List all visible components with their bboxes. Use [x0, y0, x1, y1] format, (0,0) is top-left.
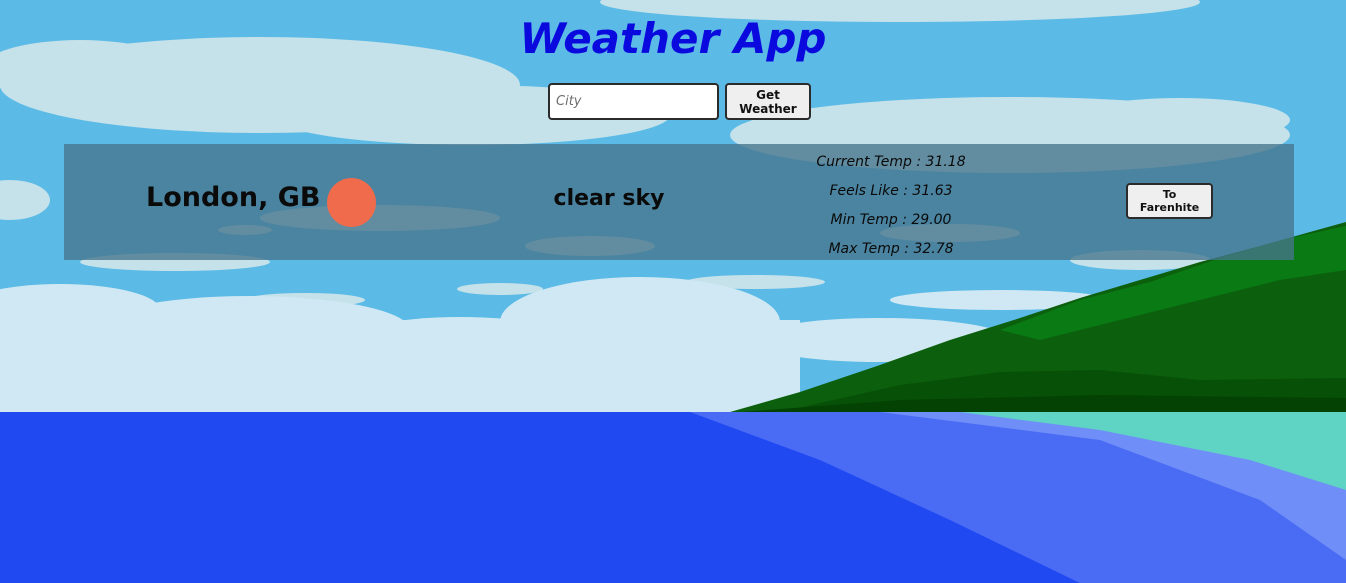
city-input[interactable] [548, 83, 719, 120]
search-form: Get Weather [548, 83, 811, 120]
location-name: London, GB [146, 182, 321, 213]
feels-like: Feels Like : 31.63 [829, 183, 953, 199]
app-root: Weather App Get Weather London, GB clear… [0, 0, 1346, 583]
get-weather-button[interactable]: Get Weather [725, 83, 811, 120]
sun-icon [327, 178, 376, 227]
max-temp: Max Temp : 32.78 [828, 241, 954, 257]
current-temp: Current Temp : 31.18 [816, 154, 966, 170]
app-title: Weather App [519, 14, 827, 63]
weather-description: clear sky [553, 186, 665, 211]
to-fahrenheit-button[interactable]: To Farenhite [1126, 183, 1213, 219]
sea [0, 412, 1346, 583]
weather-panel: London, GB clear sky Current Temp : 31.1… [64, 144, 1294, 260]
temperature-details: Current Temp : 31.18 Feels Like : 31.63 … [786, 148, 996, 264]
min-temp: Min Temp : 29.00 [830, 212, 952, 228]
